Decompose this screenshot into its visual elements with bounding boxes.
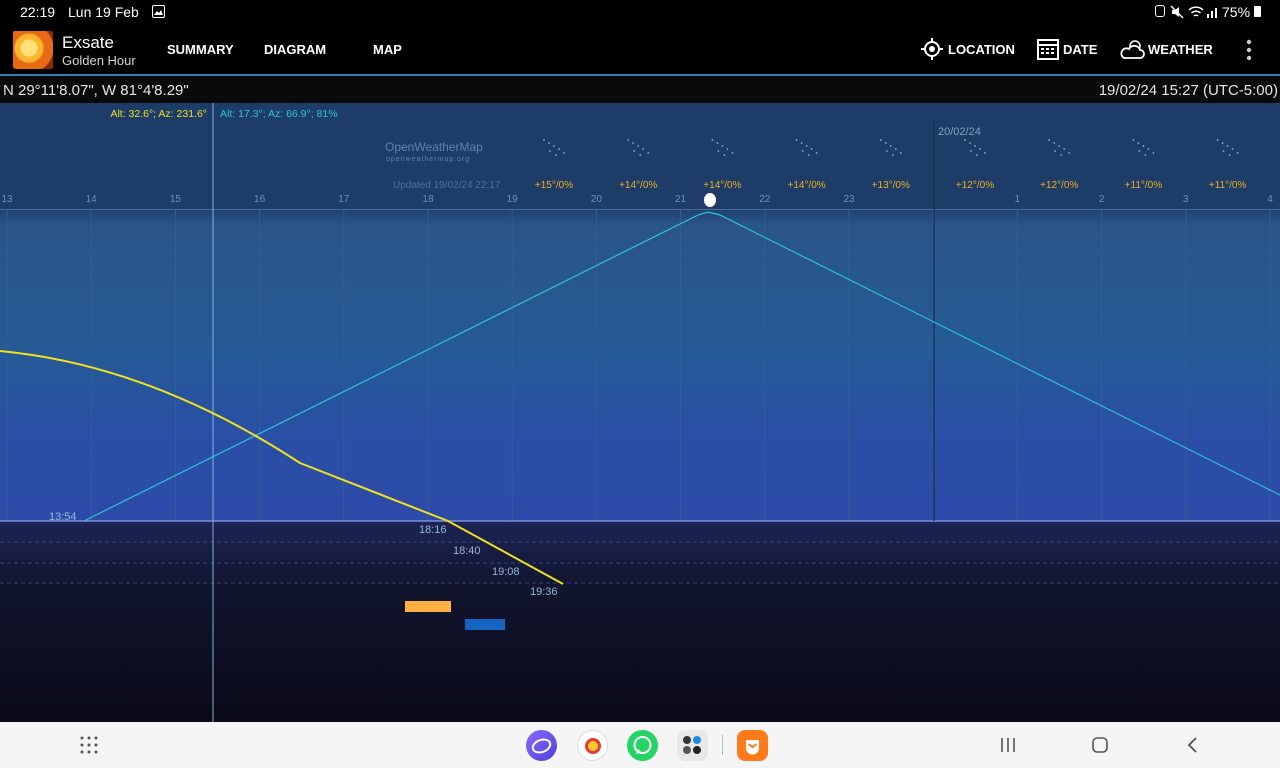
sky-area xyxy=(0,209,1280,521)
tab-map[interactable]: MAP xyxy=(373,42,402,57)
nautical-dusk-time: 19:08 xyxy=(492,566,520,578)
app-logo-icon xyxy=(13,31,53,69)
location-crosshair-icon xyxy=(921,38,943,60)
forecast-labels: +15°/0% +14°/0% +14°/0% +14°/0% +13°/0% +12°/… xyxy=(535,180,1247,191)
app-bar: Exsate Golden Hour SUMMARY DIAGRAM MAP L… xyxy=(0,24,1280,98)
forecast-label: +12°/0% xyxy=(956,180,994,191)
signal-icon xyxy=(1207,8,1217,18)
forecast-label: +15°/0% xyxy=(535,180,573,191)
coordinates-text[interactable]: N 29°11'8.07", W 81°4'8.29" xyxy=(3,82,189,99)
location-label: LOCATION xyxy=(948,42,1015,57)
moon-readout: Alt: 17.3°; Az: 66.9°; 81% xyxy=(220,108,338,120)
hour-label: 18 xyxy=(422,194,434,205)
location-button[interactable]: LOCATION xyxy=(918,24,1015,74)
app-title: Exsate xyxy=(62,33,114,52)
moonrise-time: 13:54 xyxy=(49,511,77,523)
night-area xyxy=(0,521,1280,722)
date-button[interactable]: DATE xyxy=(1035,24,1100,74)
hour-label: 13 xyxy=(1,194,13,205)
forecast-label: +14°/0% xyxy=(703,180,741,191)
forecast-label: +11°/0% xyxy=(1125,180,1163,191)
status-date: Lun 19 Feb xyxy=(68,4,139,20)
mute-icon xyxy=(1170,5,1184,19)
moon-icon[interactable] xyxy=(704,193,716,207)
app-icon-2[interactable] xyxy=(577,730,608,761)
hour-label: 16 xyxy=(254,194,266,205)
status-time: 22:19 xyxy=(20,4,56,20)
recent-apps-icon[interactable] xyxy=(1000,737,1016,753)
hour-label: 14 xyxy=(86,194,98,205)
next-day-label: 20/02/24 xyxy=(938,126,981,138)
golden-hour-bar[interactable] xyxy=(405,601,451,612)
hour-label: 1 xyxy=(1015,194,1021,205)
home-icon[interactable] xyxy=(1091,736,1109,754)
battery-level: 75% xyxy=(1222,4,1251,20)
app-icon-5[interactable] xyxy=(737,730,768,761)
status-bar: 22:19 Lun 19 Feb 75% xyxy=(0,0,1280,24)
owm-title: OpenWeatherMap xyxy=(385,140,483,154)
forecast-label: +14°/0% xyxy=(787,180,825,191)
wifi-icon xyxy=(1188,6,1204,17)
hour-label: 2 xyxy=(1099,194,1105,205)
sun-readout: Alt: 32.6°; Az: 231.6° xyxy=(110,108,207,120)
samsung-internet-icon[interactable] xyxy=(526,730,557,761)
civil-dusk-time: 18:40 xyxy=(453,545,481,557)
back-icon[interactable] xyxy=(1186,736,1200,754)
gallery-notification-icon xyxy=(152,5,165,18)
forecast-label: +14°/0% xyxy=(619,180,657,191)
apps-grid-icon[interactable] xyxy=(80,736,98,754)
info-row: N 29°11'8.07", W 81°4'8.29" 19/02/24 15:… xyxy=(0,76,1280,103)
alarm-icon xyxy=(1155,5,1165,17)
hour-label: 15 xyxy=(170,194,182,205)
tab-diagram[interactable]: DIAGRAM xyxy=(264,42,326,57)
app-subtitle: Golden Hour xyxy=(62,53,136,68)
forecast-label: +11°/0% xyxy=(1209,180,1247,191)
astronomical-dusk-time: 19:36 xyxy=(530,586,558,598)
system-nav-bar xyxy=(0,722,1280,768)
tab-summary[interactable]: SUMMARY xyxy=(167,42,234,57)
calendar-icon xyxy=(1037,39,1059,60)
owm-url: openweathermap.org xyxy=(386,156,470,163)
hour-label: 23 xyxy=(843,194,855,205)
sun-moon-diagram[interactable]: 20/02/24 OpenWeatherMap openweathermap.o… xyxy=(0,103,1280,722)
hour-label: 22 xyxy=(759,194,771,205)
owm-updated: Updated 19/02/24 22:17 xyxy=(393,180,501,191)
more-options-icon[interactable] xyxy=(1245,39,1253,61)
hour-label: 21 xyxy=(675,194,687,205)
sunset-time: 18:16 xyxy=(419,524,447,536)
diagram-canvas[interactable]: 20/02/24 OpenWeatherMap openweathermap.o… xyxy=(0,103,1280,722)
cloud-sun-icon xyxy=(1120,40,1145,59)
whatsapp-icon[interactable] xyxy=(627,730,658,761)
blue-hour-bar[interactable] xyxy=(465,619,505,630)
dock-divider xyxy=(722,735,723,755)
forecast-label: +12°/0% xyxy=(1040,180,1078,191)
datetime-text[interactable]: 19/02/24 15:27 (UTC-5:00) xyxy=(1099,82,1278,99)
hour-label: 3 xyxy=(1183,194,1189,205)
weather-label: WEATHER xyxy=(1148,42,1213,57)
app-folder-icon[interactable] xyxy=(677,730,708,761)
hour-label: 19 xyxy=(507,194,519,205)
battery-icon xyxy=(1254,6,1261,17)
hour-label: 20 xyxy=(591,194,603,205)
weather-button[interactable]: WEATHER xyxy=(1118,24,1213,74)
date-label: DATE xyxy=(1063,42,1098,57)
hour-label: 17 xyxy=(338,194,350,205)
hour-label: 4 xyxy=(1267,194,1273,205)
forecast-label: +13°/0% xyxy=(872,180,910,191)
